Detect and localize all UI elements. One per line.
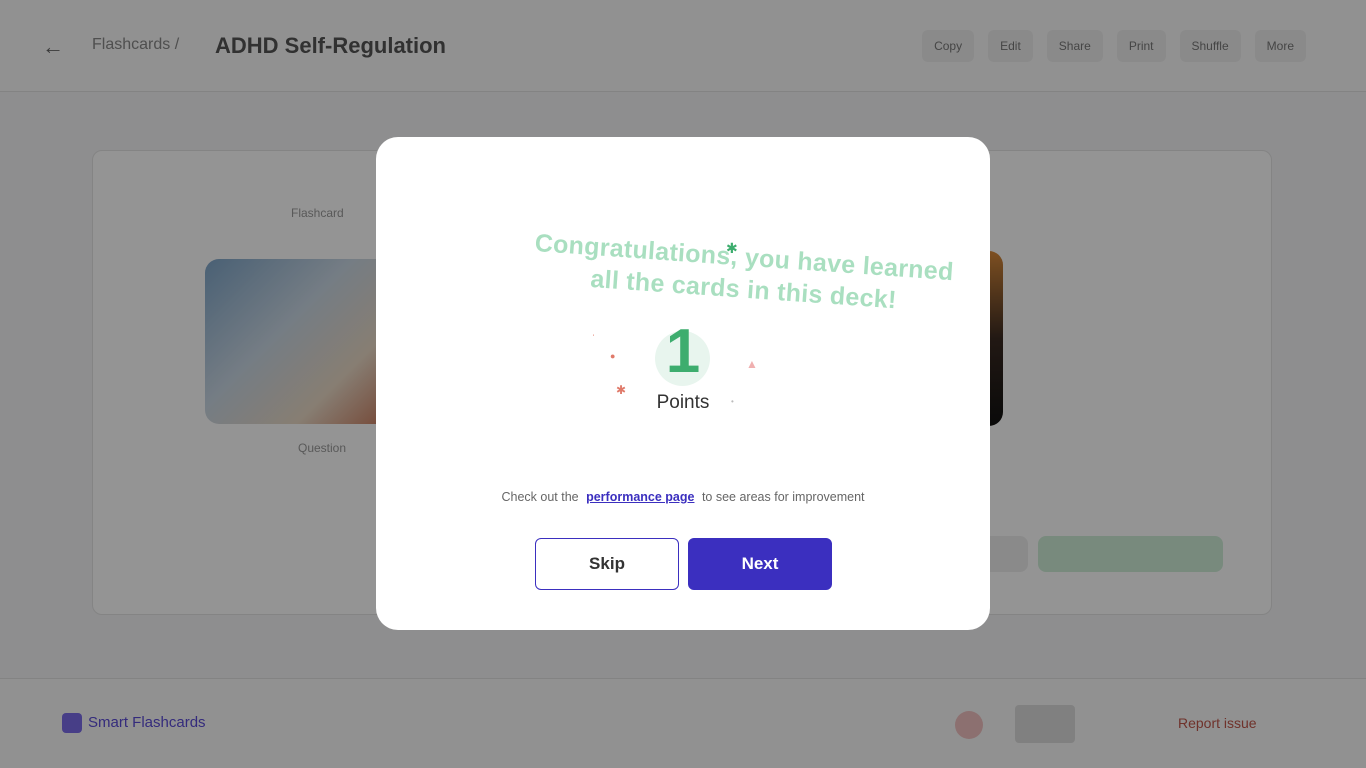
completion-dialog: Congratulations, you have learned all th… xyxy=(376,137,990,630)
hint-text-before: Check out the xyxy=(501,490,579,504)
confetti-icon: ● xyxy=(610,351,616,361)
next-button[interactable]: Next xyxy=(688,538,832,590)
hint-text-after: to see areas for improvement xyxy=(701,490,865,504)
points-label: Points xyxy=(656,392,710,413)
points-value: 1 xyxy=(665,317,701,386)
congratulations-message: Congratulations, you have learned all th… xyxy=(532,227,965,321)
confetti-icon: ˈ xyxy=(592,334,596,345)
performance-page-link[interactable]: performance page xyxy=(586,490,694,504)
confetti-icon: ✱ xyxy=(726,240,738,256)
performance-hint: Check out the performance page to see ar… xyxy=(376,490,990,504)
confetti-icon: ▲ xyxy=(746,357,758,371)
skip-button[interactable]: Skip xyxy=(535,538,679,590)
